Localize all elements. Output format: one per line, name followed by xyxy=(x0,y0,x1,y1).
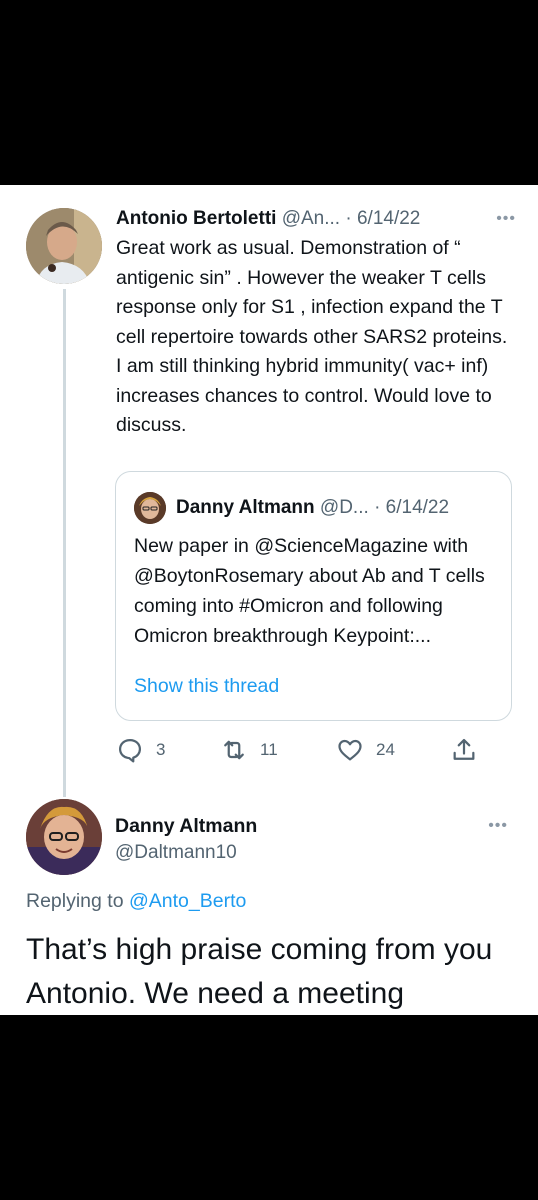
tweet-thread-card: Antonio Bertoletti @An... · 6/14/22 ••• … xyxy=(0,185,538,1015)
tweet-text: Great work as usual. Demonstration of “ … xyxy=(116,237,508,436)
author-name[interactable]: Antonio Bertoletti xyxy=(116,208,276,229)
share-button[interactable] xyxy=(450,735,478,765)
author-handle: @D... xyxy=(319,497,369,518)
retweet-button[interactable]: 11 xyxy=(220,735,278,765)
author-name: Danny Altmann xyxy=(176,497,315,518)
reply-icon xyxy=(118,738,142,763)
tweet-actions: 3 11 24 xyxy=(116,735,496,765)
share-icon xyxy=(453,738,475,760)
show-thread-link[interactable]: Show this thread xyxy=(134,671,279,701)
author-handle[interactable]: @An... xyxy=(282,208,340,229)
avatar[interactable] xyxy=(26,208,102,284)
separator: · xyxy=(374,497,381,518)
quoted-tweet-header: Danny Altmann @D... · 6/14/22 xyxy=(176,492,506,524)
replying-to-label: Replying to xyxy=(26,890,124,912)
separator: · xyxy=(345,208,352,229)
avatar[interactable] xyxy=(26,799,102,875)
reply-button[interactable]: 3 xyxy=(116,735,165,765)
tweet-header: Antonio Bertoletti @An... · 6/14/22 xyxy=(116,205,516,233)
author-name[interactable]: Danny Altmann xyxy=(115,813,257,839)
thread-connector-line xyxy=(63,289,66,797)
retweet-icon xyxy=(224,740,244,760)
like-count: 24 xyxy=(376,740,395,759)
quoted-tweet-text: New paper in @ScienceMagazine with @Boyt… xyxy=(134,535,485,647)
quoted-tweet[interactable]: Danny Altmann @D... · 6/14/22 New paper … xyxy=(115,471,512,721)
tweet-text: That’s high praise coming from you Anton… xyxy=(26,933,493,1010)
tweet-date[interactable]: 6/14/22 xyxy=(357,208,420,229)
like-button[interactable]: 24 xyxy=(336,735,395,765)
reply-count: 3 xyxy=(156,740,166,759)
more-dots-icon[interactable]: ••• xyxy=(488,813,508,839)
author-handle[interactable]: @Daltmann10 xyxy=(115,840,237,866)
avatar xyxy=(134,492,166,524)
retweet-count: 11 xyxy=(260,740,278,759)
tweet-date: 6/14/22 xyxy=(385,497,450,518)
replying-to: Replying to @Anto_Berto xyxy=(26,888,246,914)
replying-to-handle[interactable]: @Anto_Berto xyxy=(129,890,246,912)
like-icon xyxy=(338,739,362,761)
more-dots-icon[interactable]: ••• xyxy=(496,205,516,233)
